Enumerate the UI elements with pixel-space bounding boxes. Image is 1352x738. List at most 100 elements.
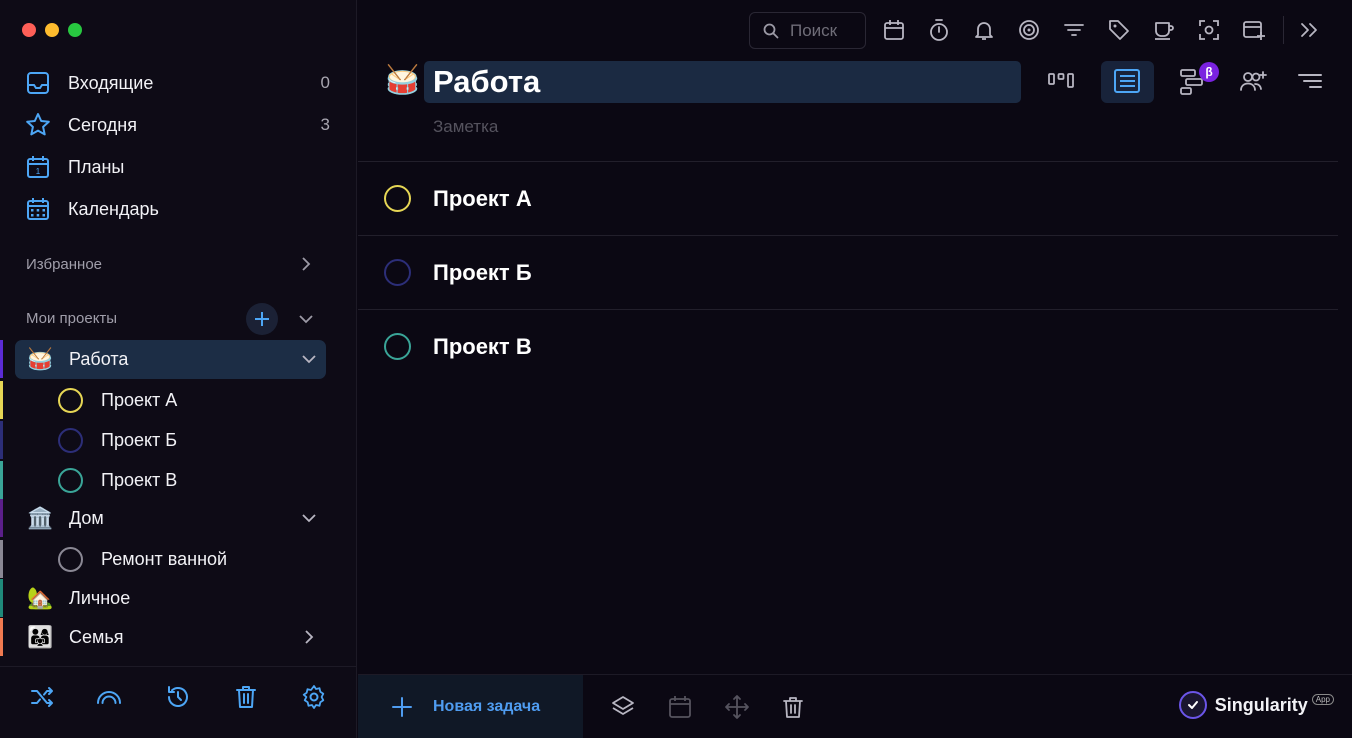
history-icon[interactable] [164,683,192,711]
nav-count: 3 [320,115,330,134]
chevron-right-icon[interactable] [298,256,314,272]
project-title-field[interactable] [424,61,1021,103]
timer-icon[interactable] [927,18,951,42]
project-circle-icon [58,387,83,413]
calendar-grid-icon [27,198,49,220]
main-footer: Новая задача Singularity App [358,674,1352,738]
nav-label: Календарь [68,198,159,219]
sidebar-item-project-a[interactable]: Проект А [0,381,357,419]
subproject-label: Проект Б [101,429,178,450]
project-label: Семья [69,626,124,647]
sidebar-item-project-b[interactable]: Проект Б [0,421,357,459]
expand-icon[interactable] [1297,18,1321,42]
sidebar-footer [0,666,357,738]
shuffle-icon[interactable] [28,683,56,711]
task-checkbox[interactable] [384,333,411,360]
chevron-right-icon[interactable] [301,629,317,645]
project-color-stripe [0,579,3,617]
sidebar-item-personal[interactable]: 🏡 Личное [0,579,357,617]
chevron-down-icon[interactable] [301,351,317,367]
star-icon [26,113,50,136]
task-checkbox[interactable] [384,185,411,212]
project-label: Дом [69,507,104,528]
search-box[interactable] [749,12,866,49]
trash-icon[interactable] [232,683,260,711]
brand-logo: Singularity App [1178,689,1334,721]
subproject-label: Проект А [101,389,178,410]
singularity-logo-icon [1178,691,1207,719]
add-project-button[interactable] [246,303,278,335]
task-row[interactable]: Проект А [358,162,1338,235]
sidebar-item-family[interactable]: 👨‍👩‍👧 Семья [0,618,357,656]
brand-tag: App [1311,693,1334,705]
filter-icon[interactable] [1062,18,1086,42]
project-color-stripe [0,461,3,499]
project-emoji: 🏡 [27,586,54,610]
project-note-placeholder[interactable]: Заметка [433,117,498,137]
rainbow-icon[interactable] [95,683,123,711]
share-users-icon[interactable] [1238,66,1268,96]
search-icon [763,23,779,39]
project-emoji[interactable]: 🥁 [385,66,420,94]
project-circle-icon [58,427,83,453]
sidebar-item-home[interactable]: 🏛️ Дом [0,499,357,537]
sort-icon[interactable] [1295,66,1325,96]
project-label: Личное [69,587,131,608]
sidebar-item-project-c[interactable]: Проект В [0,461,357,499]
task-checkbox[interactable] [384,259,411,286]
calendar-icon[interactable] [667,694,693,720]
move-icon[interactable] [724,694,750,720]
nav-label: Входящие [68,72,154,93]
nav-item-today[interactable]: Сегодня 3 [0,105,357,145]
task-label: Проект А [433,186,532,211]
brand-name: Singularity [1214,694,1308,715]
nav-item-calendar[interactable]: Календарь [0,189,357,229]
new-task-label: Новая задача [433,698,541,715]
close-window-button[interactable] [22,23,36,37]
calendar-icon[interactable] [882,18,906,42]
settings-icon[interactable] [300,683,328,711]
chevron-down-icon[interactable] [301,510,317,526]
target-icon[interactable] [1017,18,1041,42]
sidebar-item-bathroom-repair[interactable]: Ремонт ванной [0,540,357,578]
subproject-label: Проект В [101,469,178,490]
project-emoji: 🥁 [27,347,54,371]
task-label: Проект Б [433,260,532,285]
trash-icon[interactable] [780,694,806,720]
plus-icon [392,697,412,717]
toolbar-divider [1283,16,1284,44]
coffee-icon[interactable] [1152,18,1176,42]
calendar-day-icon: 1 [27,156,49,178]
search-input[interactable] [790,21,860,41]
tag-icon[interactable] [1107,18,1131,42]
project-color-stripe [0,421,3,459]
task-row[interactable]: Проект В [358,310,1338,383]
nav-item-plans[interactable]: 1 Планы [0,147,357,187]
sidebar-item-work[interactable]: 🥁 Работа [0,340,357,378]
svg-text:1: 1 [36,167,41,176]
project-color-stripe [0,340,3,378]
minimize-window-button[interactable] [45,23,59,37]
new-task-button[interactable]: Новая задача [358,675,583,738]
project-label: Работа [69,348,129,369]
sidebar: Входящие 0 Сегодня 3 1 Планы Календарь И… [0,0,357,738]
focus-icon[interactable] [1197,18,1221,42]
nav-label: Планы [68,156,125,177]
project-color-stripe [0,618,3,656]
chevron-down-icon[interactable] [298,311,314,327]
layers-icon[interactable] [610,694,636,720]
projects-section-title: Мои проекты [26,310,118,327]
favorites-section-title[interactable]: Избранное [26,256,102,273]
list-view-icon[interactable] [1112,66,1142,96]
inbox-icon [27,72,49,94]
project-circle-icon [58,467,83,493]
zoom-window-button[interactable] [68,23,82,37]
plus-icon [255,312,269,326]
project-circle-icon [58,546,83,572]
nav-item-inbox[interactable]: Входящие 0 [0,63,357,103]
kanban-view-icon[interactable] [1046,66,1076,96]
task-row[interactable]: Проект Б [358,236,1338,309]
add-window-icon[interactable] [1242,18,1266,42]
project-emoji: 🏛️ [27,506,54,530]
bell-icon[interactable] [972,18,996,42]
